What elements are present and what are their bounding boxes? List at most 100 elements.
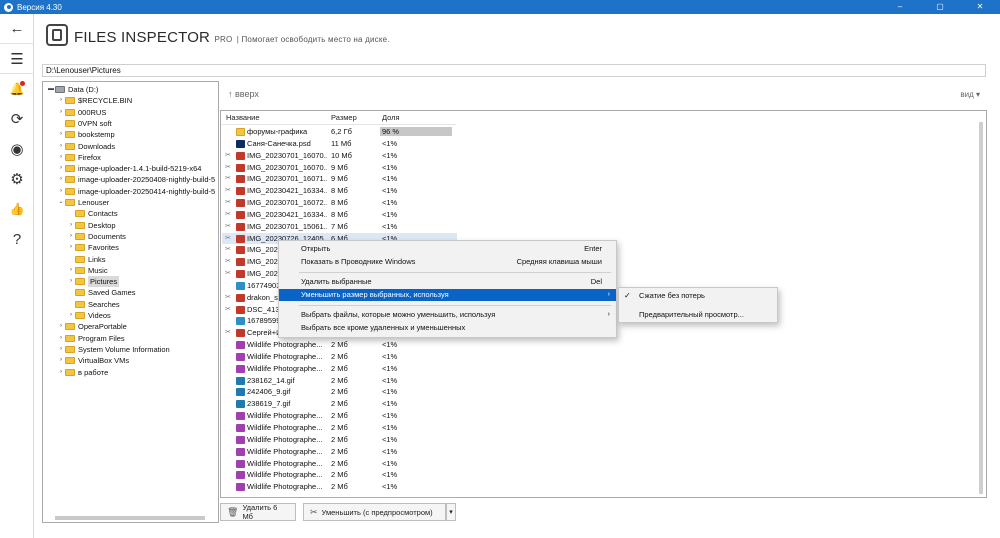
tree-item[interactable]: › Desktop: [67, 220, 116, 231]
tree-item[interactable]: › OperaPortable: [57, 321, 127, 332]
file-row[interactable]: 242406_9.gif 2 Мб <1%: [222, 386, 457, 398]
column-header-name[interactable]: Название: [226, 113, 260, 122]
tree-item[interactable]: Saved Games: [67, 287, 136, 298]
tree-item[interactable]: › Documents: [67, 231, 126, 242]
expand-toggle-icon[interactable]: ›: [67, 231, 75, 242]
tree-item[interactable]: › 000RUS: [57, 107, 106, 118]
submenu-item-lossless[interactable]: ✓ Сжатие без потерь: [619, 290, 777, 302]
file-row[interactable]: Wildlife Photographe... 2 Мб <1%: [222, 481, 457, 493]
delete-button[interactable]: 🗑 Удалить 6 Мб: [220, 503, 296, 521]
tree-item[interactable]: 0VPN soft: [57, 118, 112, 129]
expand-toggle-icon[interactable]: ›: [67, 310, 75, 321]
file-row[interactable]: Wildlife Photographe... 2 Мб <1%: [222, 351, 457, 363]
tree-item[interactable]: › Downloads: [57, 141, 115, 152]
list-vertical-scrollbar[interactable]: [979, 122, 983, 494]
expand-toggle-icon[interactable]: ›: [57, 107, 65, 118]
file-row[interactable]: ✂ IMG_20230701_16070... 9 Мб <1%: [222, 162, 457, 174]
tree-item[interactable]: Links: [67, 254, 106, 265]
menu-item-shrink-selected[interactable]: Уменьшить размер выбранных, используя ›: [279, 289, 616, 301]
menu-item-delete-selected[interactable]: Удалить выбранные Del: [279, 276, 616, 288]
file-row[interactable]: ✂ IMG_20230421_16334... 8 Мб <1%: [222, 209, 457, 221]
tree-item[interactable]: › Program Files: [57, 333, 125, 344]
file-row[interactable]: форумы-графика 6,2 Гб 96 %: [222, 126, 457, 138]
tree-item[interactable]: › VirtualBox VMs: [57, 355, 129, 366]
expand-toggle-icon[interactable]: ⌄: [57, 197, 65, 208]
expand-toggle-icon[interactable]: ›: [57, 152, 65, 163]
feedback-button[interactable]: 👍: [0, 194, 34, 224]
file-row[interactable]: 238619_7.gif 2 Мб <1%: [222, 398, 457, 410]
tree-item[interactable]: › Favorites: [67, 242, 119, 253]
file-row[interactable]: ✂ IMG_20230701_16070... 10 Мб <1%: [222, 150, 457, 162]
maximize-button[interactable]: ▢: [920, 0, 960, 14]
tree-item[interactable]: Searches: [67, 299, 120, 310]
expand-toggle-icon[interactable]: ›: [57, 344, 65, 355]
file-row[interactable]: Wildlife Photographe... 2 Мб <1%: [222, 446, 457, 458]
tree-item[interactable]: › image-uploader-20250414-nightly-build-5: [57, 186, 215, 197]
expand-toggle-icon[interactable]: ›: [57, 163, 65, 174]
menu-item-open[interactable]: Открыть Enter: [279, 243, 616, 255]
expand-toggle-icon[interactable]: ›: [67, 265, 75, 276]
expand-toggle-icon[interactable]: ›: [67, 242, 75, 253]
tree-item[interactable]: ▬ Data (D:): [47, 84, 98, 95]
menu-button[interactable]: ☰: [0, 44, 34, 74]
file-row[interactable]: Wildlife Photographe... 2 Мб <1%: [222, 469, 457, 481]
close-button[interactable]: ✕: [960, 0, 1000, 14]
expand-toggle-icon[interactable]: ›: [57, 186, 65, 197]
tree-horizontal-scrollbar[interactable]: [55, 516, 205, 520]
expand-toggle-icon[interactable]: ›: [57, 355, 65, 366]
file-row[interactable]: Wildlife Photographe... 2 Мб <1%: [222, 410, 457, 422]
shrink-dropdown-button[interactable]: ▾: [446, 503, 456, 521]
shrink-button[interactable]: ✂ Уменьшить (с предпросмотром): [303, 503, 446, 521]
tree-item[interactable]: ⌄ Lenouser: [57, 197, 109, 208]
expand-toggle-icon[interactable]: ›: [57, 333, 65, 344]
tree-item[interactable]: › $RECYCLE.BIN: [57, 95, 132, 106]
tree-item[interactable]: Contacts: [67, 208, 118, 219]
expand-toggle-icon[interactable]: ›: [67, 220, 75, 231]
tree-item[interactable]: › Firefox: [57, 152, 101, 163]
file-row[interactable]: ✂ IMG_20230701_16071... 9 Мб <1%: [222, 173, 457, 185]
file-row[interactable]: ✂ IMG_20230421_16334... 8 Мб <1%: [222, 185, 457, 197]
menu-item-select-shrinkable[interactable]: Выбрать файлы, которые можно уменьшить, …: [279, 309, 616, 321]
file-row[interactable]: ✂ IMG_20230701_16072... 8 Мб <1%: [222, 197, 457, 209]
menu-item-show-in-explorer[interactable]: Показать в Проводнике Windows Средняя кл…: [279, 256, 616, 268]
tree-item[interactable]: › Pictures: [67, 276, 120, 288]
folder-tree[interactable]: ▬ Data (D:) › $RECYCLE.BIN › 000RUS 0VPN soft ›…: [42, 81, 219, 523]
tree-item[interactable]: › image-uploader-20250408-nightly-build-5: [57, 174, 215, 185]
view-dropdown[interactable]: вид ▾: [960, 90, 980, 99]
file-row[interactable]: Саня-Санечка.psd 11 Мб <1%: [222, 138, 457, 150]
tree-item[interactable]: › Videos: [67, 310, 111, 321]
expand-toggle-icon[interactable]: ›: [67, 276, 75, 287]
file-row[interactable]: Wildlife Photographe... 2 Мб <1%: [222, 434, 457, 446]
column-header-size[interactable]: Размер: [331, 113, 357, 122]
expand-toggle-icon[interactable]: ›: [57, 174, 65, 185]
refresh-button[interactable]: ⟳: [0, 104, 34, 134]
expand-toggle-icon[interactable]: ›: [57, 367, 65, 378]
tree-item[interactable]: › bookstemp: [57, 129, 115, 140]
minimize-button[interactable]: –: [880, 0, 920, 14]
expand-toggle-icon[interactable]: ›: [57, 141, 65, 152]
file-row[interactable]: Wildlife Photographe... 2 Мб <1%: [222, 339, 457, 351]
submenu-item-preview[interactable]: Предварительный просмотр...: [619, 309, 777, 321]
go-up-button[interactable]: ↑ вверх: [228, 89, 259, 99]
file-row[interactable]: Wildlife Photographe... 2 Мб <1%: [222, 422, 457, 434]
tree-item[interactable]: › image-uploader-1.4.1-build-5219-x64: [57, 163, 201, 174]
settings-button[interactable]: ⚙: [0, 164, 34, 194]
tree-item[interactable]: › System Volume Information: [57, 344, 170, 355]
path-field[interactable]: D:\Lenouser\Pictures: [42, 64, 986, 77]
expand-toggle-icon[interactable]: ▬: [47, 84, 55, 95]
notifications-button[interactable]: 🔔: [0, 74, 34, 104]
tree-item[interactable]: › Music: [67, 265, 108, 276]
file-row[interactable]: ✂ IMG_20230701_15061... 7 Мб <1%: [222, 221, 457, 233]
expand-toggle-icon[interactable]: ›: [57, 321, 65, 332]
back-button[interactable]: ←: [0, 14, 34, 44]
menu-item-select-all-except[interactable]: Выбрать все кроме удаленных и уменьшенны…: [279, 322, 616, 334]
tree-item[interactable]: › в работе: [57, 367, 108, 378]
file-row[interactable]: Wildlife Photographe... 2 Мб <1%: [222, 363, 457, 375]
file-row[interactable]: Wildlife Photographe... 2 Мб <1%: [222, 458, 457, 470]
expand-toggle-icon[interactable]: ›: [57, 95, 65, 106]
browser-button[interactable]: ◉: [0, 134, 34, 164]
expand-toggle-icon[interactable]: ›: [57, 129, 65, 140]
column-header-share[interactable]: Доля: [382, 113, 400, 122]
file-row[interactable]: 238162_14.gif 2 Мб <1%: [222, 375, 457, 387]
help-button[interactable]: ?: [0, 224, 34, 254]
